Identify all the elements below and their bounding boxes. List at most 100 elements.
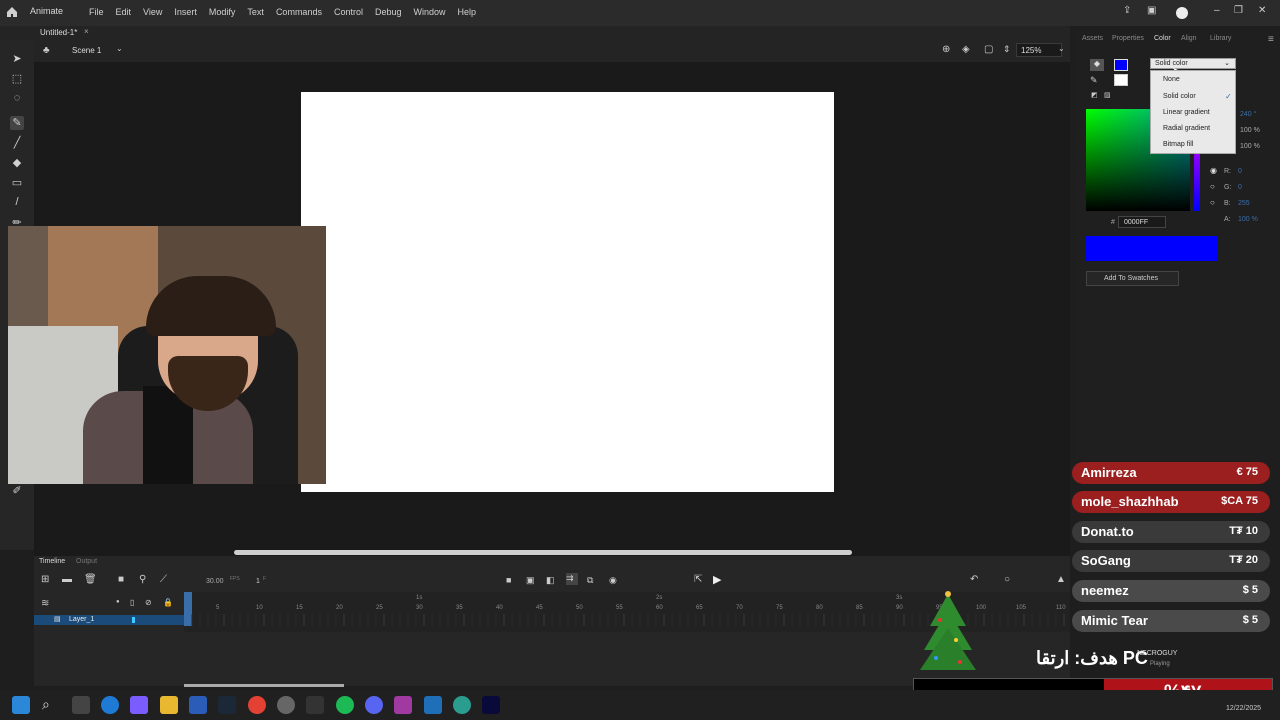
stage-scrollbar[interactable]: [34, 549, 1070, 556]
chrome-icon[interactable]: [248, 696, 266, 714]
copilot-icon[interactable]: [130, 696, 148, 714]
zoom-chevron-icon[interactable]: ⌄: [1058, 44, 1065, 53]
delete-icon[interactable]: 🗑: [84, 574, 97, 585]
new-folder-icon[interactable]: ▬: [62, 574, 72, 585]
word-icon[interactable]: [189, 696, 207, 714]
zoom-field[interactable]: 125%: [1016, 43, 1062, 57]
alpha-value[interactable]: 100 %: [1238, 216, 1258, 223]
onion-skin-icon[interactable]: ◉: [609, 575, 617, 586]
brightness-value[interactable]: 100 %: [1240, 143, 1260, 150]
menu-control[interactable]: Control: [328, 7, 369, 17]
paint-brush-icon[interactable]: ╱: [10, 136, 24, 150]
tween-icon[interactable]: ⇉: [566, 573, 578, 585]
minimize-icon[interactable]: –: [1214, 5, 1220, 16]
share-icon[interactable]: ⇪: [1123, 5, 1131, 16]
layer-row[interactable]: ▤ Layer_1: [34, 615, 184, 625]
chevron-down-icon[interactable]: ⌄: [116, 44, 123, 53]
test-movie-icon[interactable]: [1176, 7, 1188, 19]
keyframe-icon[interactable]: ▣: [526, 575, 535, 586]
stroke-pencil-icon[interactable]: ✎: [1090, 75, 1098, 86]
option-bitmap-fill[interactable]: Bitmap fill: [1163, 141, 1193, 148]
menu-debug[interactable]: Debug: [369, 7, 408, 17]
r-radio-icon[interactable]: ◉: [1210, 166, 1217, 175]
menu-insert[interactable]: Insert: [168, 7, 203, 17]
scene-name[interactable]: Scene 1: [72, 46, 101, 55]
layer-name[interactable]: Layer_1: [69, 616, 94, 623]
obs-icon[interactable]: [277, 696, 295, 714]
menu-edit[interactable]: Edit: [110, 7, 138, 17]
search-icon[interactable]: ⌕: [42, 696, 60, 714]
fill-type-dropdown[interactable]: Solid color ⌄: [1150, 58, 1236, 69]
animate-icon[interactable]: [482, 696, 500, 714]
collapse-icon[interactable]: ▲: [1056, 574, 1066, 585]
default-colors-icon[interactable]: ◩: [1091, 91, 1098, 99]
fps-value[interactable]: 30.00: [206, 578, 224, 585]
close-icon[interactable]: ✕: [1258, 5, 1266, 16]
menu-view[interactable]: View: [137, 7, 168, 17]
option-radial-gradient[interactable]: Radial gradient: [1163, 125, 1210, 132]
edge-icon[interactable]: [101, 696, 119, 714]
panel-menu-icon[interactable]: ≡: [1268, 34, 1274, 45]
tab-align[interactable]: Align: [1181, 35, 1197, 42]
loop-icon[interactable]: ⇱: [694, 574, 702, 585]
rotate-icon[interactable]: ⇕: [1003, 44, 1011, 55]
blank-keyframe-icon[interactable]: ◧: [546, 575, 555, 586]
windows-start-icon[interactable]: [12, 696, 30, 714]
free-transform-icon[interactable]: ⬚: [10, 72, 24, 86]
tab-library[interactable]: Library: [1210, 35, 1231, 42]
brush-tool-icon[interactable]: ✎: [10, 116, 24, 130]
menu-help[interactable]: Help: [452, 7, 483, 17]
tab-properties[interactable]: Properties: [1112, 35, 1144, 42]
center-stage-icon[interactable]: ⊕: [942, 44, 950, 55]
zoom-slider-icon[interactable]: ○: [1004, 574, 1010, 585]
outline-icon[interactable]: ▯: [130, 598, 134, 607]
tab-assets[interactable]: Assets: [1082, 35, 1103, 42]
globe-icon[interactable]: [453, 696, 471, 714]
file-explorer-icon[interactable]: [160, 696, 178, 714]
b-value[interactable]: 255: [1238, 200, 1250, 207]
play-icon[interactable]: ▶: [713, 573, 721, 586]
b-radio-icon[interactable]: ○: [1210, 198, 1215, 207]
parent-icon[interactable]: ⚲: [139, 574, 146, 585]
workspace-icon[interactable]: ▣: [1147, 5, 1156, 16]
r-value[interactable]: 0: [1238, 168, 1242, 175]
new-layer-icon[interactable]: ⊞: [41, 574, 49, 585]
tab-color[interactable]: Color: [1154, 35, 1171, 42]
add-to-swatches-button[interactable]: Add To Swatches: [1086, 271, 1179, 286]
menu-window[interactable]: Window: [408, 7, 452, 17]
restore-icon[interactable]: ❐: [1234, 5, 1243, 16]
clip-stage-icon[interactable]: ▢: [984, 44, 993, 55]
option-solid-color[interactable]: Solid color: [1163, 93, 1196, 100]
home-icon[interactable]: [6, 6, 18, 18]
rectangle-tool-icon[interactable]: ▭: [10, 176, 24, 190]
g-radio-icon[interactable]: ○: [1210, 182, 1215, 191]
spotify-icon[interactable]: [336, 696, 354, 714]
fill-bucket-icon[interactable]: ◆: [1090, 59, 1104, 71]
lock-icon[interactable]: 🔒: [163, 598, 173, 607]
menu-file[interactable]: File: [83, 7, 110, 17]
hue-value[interactable]: 240 °: [1240, 111, 1256, 118]
stroke-color-swatch[interactable]: [1114, 74, 1128, 86]
task-view-icon[interactable]: [72, 696, 90, 714]
camera-icon[interactable]: ■: [118, 574, 124, 585]
menu-modify[interactable]: Modify: [203, 7, 242, 17]
selection-tool-icon[interactable]: ➤: [10, 52, 24, 66]
discord-icon[interactable]: [365, 696, 383, 714]
option-none[interactable]: None: [1163, 76, 1180, 83]
app-r-icon[interactable]: [394, 696, 412, 714]
frame-value[interactable]: 1: [256, 578, 260, 585]
scrollbar-thumb[interactable]: [234, 550, 852, 555]
lasso-icon[interactable]: ◌: [10, 92, 24, 106]
highlight-icon[interactable]: ●: [116, 599, 120, 605]
eyedropper-icon[interactable]: ✐: [10, 484, 24, 498]
edit-symbols-icon[interactable]: ◈: [962, 44, 970, 55]
option-linear-gradient[interactable]: Linear gradient: [1163, 109, 1210, 116]
undo-icon[interactable]: ↶: [970, 574, 978, 585]
line-tool-icon[interactable]: /: [10, 196, 24, 210]
eraser-icon[interactable]: ◆: [10, 156, 24, 170]
onion-icon[interactable]: ■: [506, 575, 511, 585]
close-tab-icon[interactable]: ×: [84, 27, 89, 36]
tab-timeline[interactable]: Timeline: [39, 558, 65, 565]
menu-commands[interactable]: Commands: [270, 7, 328, 17]
eye-icon[interactable]: ⊘: [145, 598, 152, 607]
